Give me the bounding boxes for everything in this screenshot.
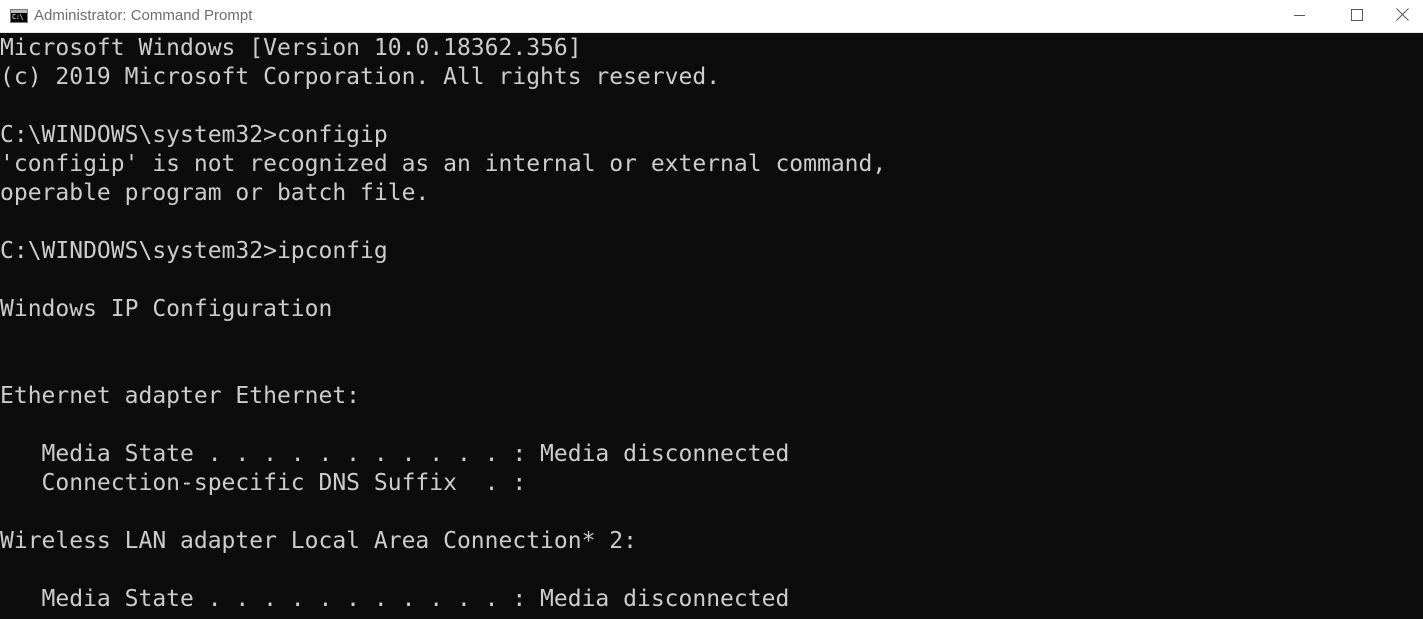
title-bar[interactable]: C:\ Administrator: Command Prompt [0,0,1423,33]
close-icon [1396,8,1410,22]
console-line: Microsoft Windows [Version 10.0.18362.35… [0,35,582,61]
console-line: Connection-specific DNS Suffix . : [0,470,527,496]
console-line: Media State . . . . . . . . . . . : Medi… [0,586,790,612]
minimize-button[interactable] [1277,0,1323,32]
cmd-icon-glyph: C:\ [12,13,24,21]
maximize-icon [1351,9,1363,21]
console-line: (c) 2019 Microsoft Corporation. All righ… [0,64,721,90]
console-line: operable program or batch file. [0,180,430,206]
console-line: Wireless LAN adapter Local Area Connecti… [0,528,637,554]
console-line: 'configip' is not recognized as an inter… [0,151,887,177]
console-line: Windows IP Configuration [0,296,333,322]
console-line: Ethernet adapter Ethernet: [0,383,361,409]
maximize-button[interactable] [1333,0,1379,32]
window-title: Administrator: Command Prompt [34,7,253,24]
console-line: Media State . . . . . . . . . . . : Medi… [0,441,790,467]
console-line: C:\WINDOWS\system32>ipconfig [0,238,388,264]
command-prompt-window: C:\ Administrator: Command Prompt Micros… [0,0,1423,619]
minimize-icon [1294,15,1305,16]
console-line: C:\WINDOWS\system32>configip [0,122,388,148]
console-output[interactable]: Microsoft Windows [Version 10.0.18362.35… [0,34,1423,619]
cmd-icon[interactable]: C:\ [10,9,28,23]
close-button[interactable] [1379,0,1423,32]
